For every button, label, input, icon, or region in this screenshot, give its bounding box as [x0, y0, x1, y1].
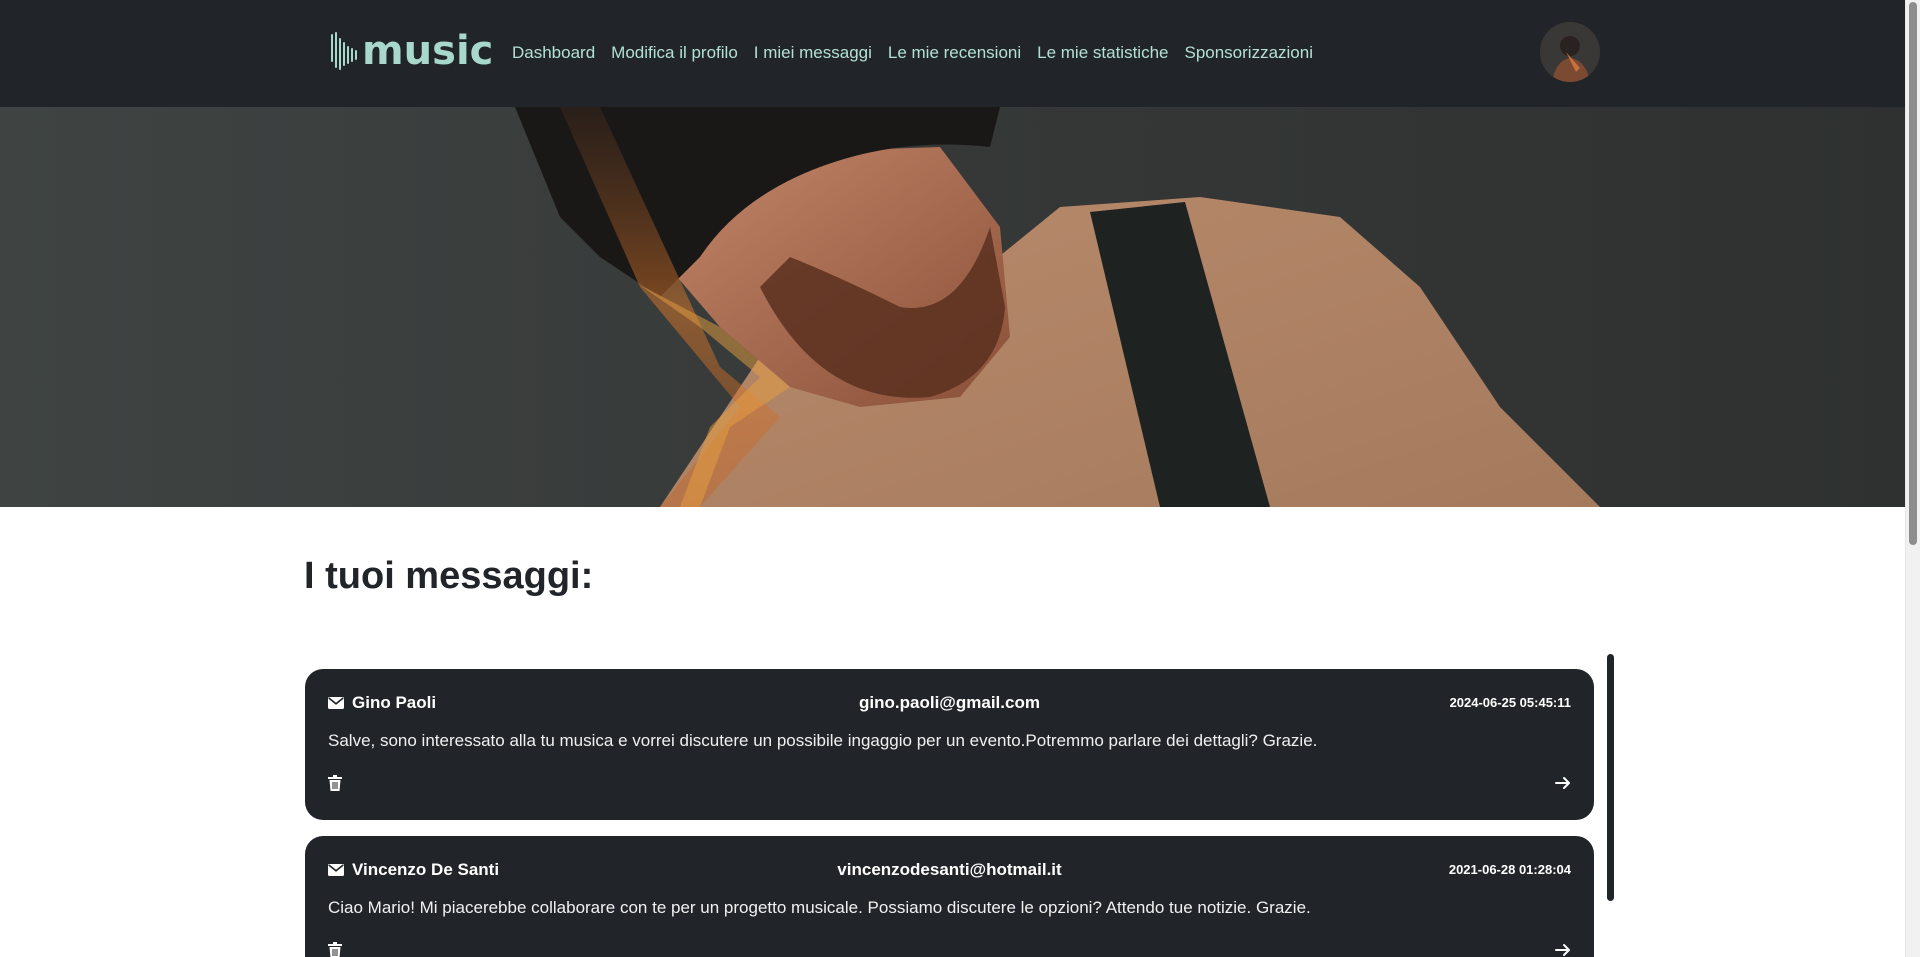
message-card[interactable]: Gino Paoli gino.paoli@gmail.com 2024-06-…: [305, 669, 1594, 820]
message-sender: Vincenzo De Santi: [328, 858, 499, 882]
top-navbar: music Dashboard Modifica il profilo I mi…: [0, 0, 1905, 107]
nav-link-messaggi[interactable]: I miei messaggi: [754, 41, 872, 65]
arrow-right-icon[interactable]: [1555, 942, 1571, 957]
sender-name: Vincenzo De Santi: [352, 860, 500, 879]
nav-link-modifica-profilo[interactable]: Modifica il profilo: [611, 41, 738, 65]
sound-wave-icon: [331, 32, 357, 70]
message-text: Ciao Mario! Mi piacerebbe collaborare co…: [328, 898, 1311, 917]
messages-scrollbar[interactable]: [1607, 654, 1614, 901]
avatar-photo: [1540, 22, 1600, 82]
sender-email: gino.paoli@gmail.com: [859, 693, 1040, 712]
arrow-right-icon[interactable]: [1555, 775, 1571, 791]
nav-link-dashboard[interactable]: Dashboard: [512, 41, 595, 65]
musician-photo: [0, 107, 1905, 507]
sender-name: Gino Paoli: [352, 693, 437, 712]
sender-email: vincenzodesanti@hotmail.it: [837, 860, 1062, 879]
trash-icon[interactable]: [328, 942, 342, 957]
page-title: I tuoi messaggi:: [304, 555, 594, 597]
brand-name: music: [362, 28, 494, 74]
nav-link-statistiche[interactable]: Le mie statistiche: [1037, 41, 1168, 65]
hero-banner: [0, 107, 1905, 507]
nav-link-recensioni[interactable]: Le mie recensioni: [888, 41, 1021, 65]
message-header: Vincenzo De Santi vincenzodesanti@hotmai…: [328, 858, 1571, 882]
main-nav: Dashboard Modifica il profilo I miei mes…: [512, 41, 1329, 65]
nav-link-sponsorizzazioni[interactable]: Sponsorizzazioni: [1184, 41, 1313, 65]
message-card[interactable]: Vincenzo De Santi vincenzodesanti@hotmai…: [305, 836, 1594, 957]
envelope-icon: [328, 864, 344, 876]
message-text: Salve, sono interessato alla tu musica e…: [328, 731, 1318, 750]
trash-icon[interactable]: [328, 775, 342, 791]
messages-list[interactable]: Gino Paoli gino.paoli@gmail.com 2024-06-…: [305, 669, 1594, 957]
message-header: Gino Paoli gino.paoli@gmail.com 2024-06-…: [328, 691, 1571, 715]
message-date: 2021-06-28 01:28:04: [1448, 862, 1571, 877]
brand-logo-link[interactable]: music: [330, 30, 493, 72]
user-avatar[interactable]: [1540, 22, 1600, 82]
page-scrollbar[interactable]: [1905, 0, 1920, 957]
page-scrollbar-thumb[interactable]: [1909, 2, 1917, 545]
message-date: 2024-06-25 05:45:11: [1449, 695, 1571, 710]
envelope-icon: [328, 697, 344, 709]
message-sender: Gino Paoli: [328, 691, 436, 715]
